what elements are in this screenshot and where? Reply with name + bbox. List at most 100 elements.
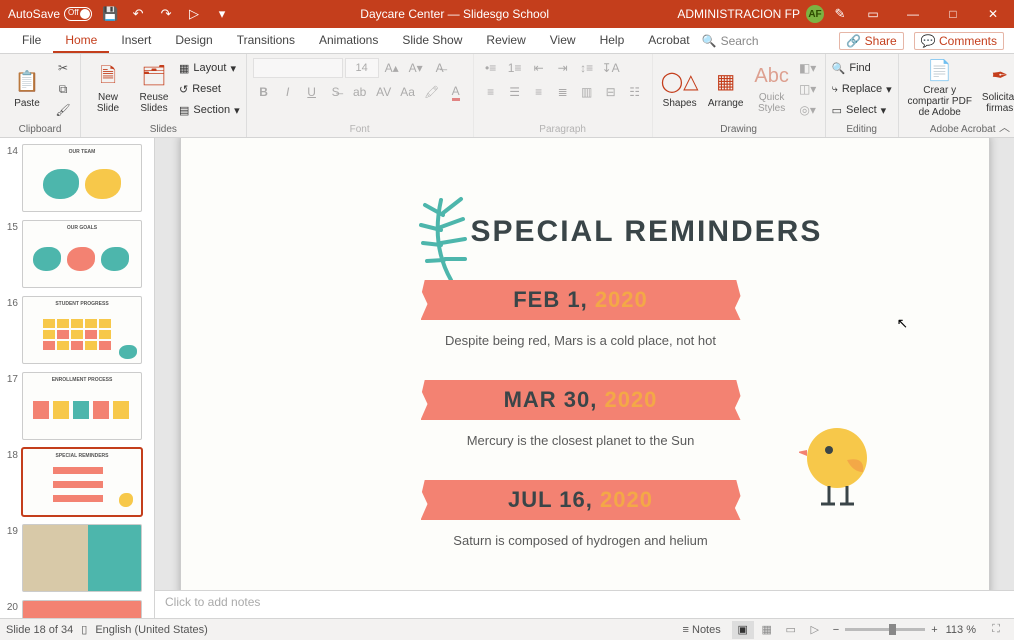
new-slide-button[interactable]: 🗎New Slide [87,58,129,118]
find-button[interactable]: 🔍 Find [832,58,871,78]
adobe-sign-button[interactable]: ✒Solicitar firmas [979,58,1014,118]
line-spacing-icon[interactable]: ↕≡ [576,58,598,78]
reset-button[interactable]: ↺ Reset [179,79,240,99]
reminder-banner-1[interactable]: FEB 1, 2020 [431,280,731,320]
start-from-beginning-icon[interactable]: ▷ [184,4,204,24]
coming-soon-icon[interactable]: ✎ [830,4,850,24]
tab-slideshow[interactable]: Slide Show [390,28,474,53]
adobe-share-button[interactable]: 📄Crear y compartir PDF de Adobe [905,58,975,118]
quick-styles-button[interactable]: AbcQuick Styles [751,58,793,118]
sorter-view-icon[interactable]: ▦ [756,621,778,639]
comments-button[interactable]: 💬 Comments [914,32,1004,50]
justify-icon[interactable]: ≣ [552,82,574,102]
reminder-desc-3[interactable]: Saturn is composed of hydrogen and heliu… [381,533,781,548]
decrease-font-icon[interactable]: A▾ [405,58,427,78]
fit-window-icon[interactable]: ⛶ [985,621,1007,639]
numbering-icon[interactable]: 1≡ [504,58,526,78]
spacing-icon[interactable]: AV [373,82,395,102]
undo-icon[interactable]: ↶ [128,4,148,24]
normal-view-icon[interactable]: ▣ [732,621,754,639]
zoom-slider[interactable] [845,628,925,631]
align-right-icon[interactable]: ≡ [528,82,550,102]
reading-view-icon[interactable]: ▭ [780,621,802,639]
highlight-icon[interactable]: 🖍 [421,82,443,102]
tab-acrobat[interactable]: Acrobat [636,28,701,53]
group-adobe: 📄Crear y compartir PDF de Adobe ✒Solicit… [899,54,1014,137]
indent-left-icon[interactable]: ⇤ [528,58,550,78]
group-paragraph: •≡ 1≡ ⇤ ⇥ ↕≡ ↧A ≡ ☰ ≡ ≣ ▥ ⊟ ☷ Paragraph [474,54,653,137]
shape-effects-icon[interactable]: ◎▾ [797,100,819,120]
font-family-combo[interactable] [253,58,343,78]
tab-transitions[interactable]: Transitions [225,28,307,53]
tab-animations[interactable]: Animations [307,28,390,53]
smartart-icon[interactable]: ☷ [624,82,646,102]
format-painter-icon[interactable]: 🖌 [52,100,74,120]
notes-pane[interactable]: Click to add notes [155,590,1014,618]
reminder-banner-3[interactable]: JUL 16, 2020 [431,480,731,520]
tab-view[interactable]: View [538,28,588,53]
slideshow-view-icon[interactable]: ▷ [804,621,826,639]
align-left-icon[interactable]: ≡ [480,82,502,102]
arrange-button[interactable]: ▦Arrange [705,58,747,118]
paste-button[interactable]: 📋Paste [6,58,48,118]
maximize-button[interactable]: □ [936,0,970,28]
reminder-banner-2[interactable]: MAR 30, 2020 [431,380,731,420]
cut-icon[interactable]: ✂ [52,58,74,78]
change-case-icon[interactable]: Aa [397,82,419,102]
bullets-icon[interactable]: •≡ [480,58,502,78]
tab-review[interactable]: Review [474,28,537,53]
user-avatar[interactable]: AF [806,5,824,23]
copy-icon[interactable]: ⧉ [52,79,74,99]
save-icon[interactable]: 💾 [100,4,120,24]
strikethrough-icon[interactable]: S̶ [325,82,347,102]
shapes-button[interactable]: ◯△Shapes [659,58,701,118]
font-size-combo[interactable]: 14 [345,58,379,78]
slide-thumbnails-panel[interactable]: 14 OUR TEAM 15 OUR GOALS 16 STUDENT PROG… [0,138,155,618]
underline-icon[interactable]: U [301,82,323,102]
close-button[interactable]: ✕ [976,0,1010,28]
increase-font-icon[interactable]: A▴ [381,58,403,78]
tab-file[interactable]: File [10,28,53,53]
reminder-desc-2[interactable]: Mercury is the closest planet to the Sun [381,433,781,448]
zoom-out-icon[interactable]: − [833,624,839,636]
slide-canvas[interactable]: SPECIAL REMINDERS FEB 1, 2020 Despite be… [180,138,990,590]
shape-fill-icon[interactable]: ◧▾ [797,58,819,78]
tab-help[interactable]: Help [588,28,637,53]
text-direction-icon[interactable]: ↧A [600,58,622,78]
slide-title[interactable]: SPECIAL REMINDERS [471,215,823,249]
language-status[interactable]: English (United States) [95,624,208,636]
reminder-desc-1[interactable]: Despite being red, Mars is a cold place,… [381,333,781,348]
tab-design[interactable]: Design [163,28,224,53]
indent-right-icon[interactable]: ⇥ [552,58,574,78]
layout-button[interactable]: ▦ Layout ▾ [179,58,240,78]
tab-insert[interactable]: Insert [109,28,163,53]
clear-format-icon[interactable]: A̶ [429,58,451,78]
section-button[interactable]: ▤ Section ▾ [179,100,240,120]
font-color-icon[interactable]: A [445,82,467,102]
columns-icon[interactable]: ▥ [576,82,598,102]
shadow-icon[interactable]: ab [349,82,371,102]
accessibility-icon[interactable]: ▯ [81,623,87,636]
bold-icon[interactable]: B [253,82,275,102]
slide-counter[interactable]: Slide 18 of 34 [6,624,73,636]
italic-icon[interactable]: I [277,82,299,102]
ribbon-display-icon[interactable]: ▭ [856,0,890,28]
reuse-slides-button[interactable]: 🗂Reuse Slides [133,58,175,118]
autosave-toggle[interactable]: AutoSave Off [8,7,92,21]
replace-button[interactable]: ⤷ Replace ▾ [832,79,892,99]
qat-customize-icon[interactable]: ▾ [212,4,232,24]
minimize-button[interactable]: — [896,0,930,28]
notes-toggle[interactable]: ≡ Notes [683,624,721,636]
zoom-in-icon[interactable]: + [931,624,937,636]
align-center-icon[interactable]: ☰ [504,82,526,102]
slide-canvas-area[interactable]: SPECIAL REMINDERS FEB 1, 2020 Despite be… [155,138,1014,590]
select-button[interactable]: ▭ Select ▾ [832,100,887,120]
zoom-level[interactable]: 113 % [946,624,976,636]
shape-outline-icon[interactable]: ◫▾ [797,79,819,99]
tab-home[interactable]: Home [53,28,109,53]
redo-icon[interactable]: ↷ [156,4,176,24]
share-button[interactable]: 🔗 Share [839,32,903,50]
align-text-icon[interactable]: ⊟ [600,82,622,102]
collapse-ribbon-icon[interactable]: ︿ [999,119,1010,135]
tell-me-search[interactable]: 🔍Search [702,28,759,53]
